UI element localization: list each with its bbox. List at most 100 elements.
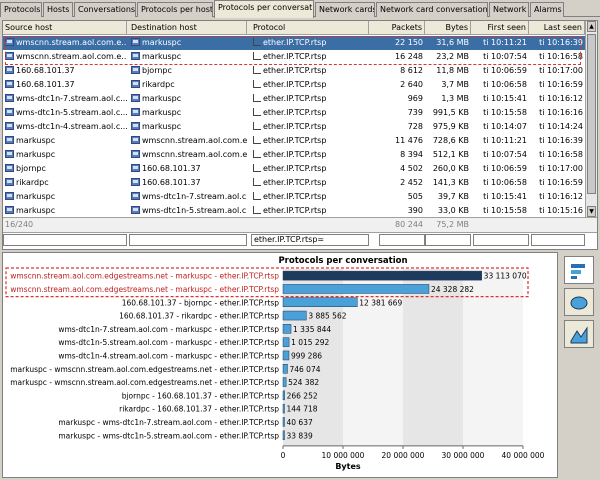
cell-text: 991,5 KB bbox=[432, 108, 469, 117]
cell-first: ti 10:11:21 bbox=[473, 134, 529, 148]
cell-text: wmscnn.stream.aol.com.e... bbox=[16, 52, 127, 61]
cell-last: ti 10:16:59 bbox=[531, 78, 585, 92]
tab-network[interactable]: Network bbox=[489, 2, 529, 17]
table-row[interactable]: wmscnn.stream.aol.com.e... markuspc ether.… bbox=[3, 50, 597, 64]
tab-protocols-per-host[interactable]: Protocols per host bbox=[137, 2, 213, 17]
cell-text: 975,9 KB bbox=[432, 122, 469, 131]
column-header-dest[interactable]: Destination host bbox=[129, 21, 247, 35]
table-row[interactable]: wms-dtc1n-7.stream.aol.c... markuspc ether… bbox=[3, 92, 597, 106]
x-tick-label: 0 bbox=[281, 451, 286, 460]
tab-network-card-conversations[interactable]: Network card conversations bbox=[376, 2, 488, 17]
cell-bytes: 3,7 MB bbox=[425, 78, 471, 92]
tab-protocols-per-conversation[interactable]: Protocols per conversation bbox=[214, 0, 314, 18]
table-row[interactable]: bjornpc 160.68.101.37 ether.IP.TCP.rtsp 4 5… bbox=[3, 162, 597, 176]
protocol-icon bbox=[253, 38, 261, 46]
cell-text: 39,7 KB bbox=[437, 192, 469, 201]
protocol-icon bbox=[253, 150, 261, 158]
cell-bytes: 1,3 MB bbox=[425, 92, 471, 106]
grid-band bbox=[403, 269, 463, 446]
cell-source: 160.68.101.37 bbox=[3, 64, 127, 78]
cell-first: ti 10:11:21 bbox=[473, 36, 529, 50]
filter-bytes-input[interactable] bbox=[425, 234, 471, 246]
column-header-last-seen[interactable]: Last seen bbox=[531, 21, 585, 35]
tab-alarms[interactable]: Alarms bbox=[530, 2, 564, 17]
bar-value-label: 144 718 bbox=[287, 405, 318, 414]
column-header-protocol[interactable]: Protocol bbox=[251, 21, 369, 35]
cell-first: ti 10:06:59 bbox=[473, 162, 529, 176]
cell-bytes: 11,8 MB bbox=[425, 64, 471, 78]
table-row[interactable]: 160.68.101.37 rikardpc ether.IP.TCP.rtsp 2 … bbox=[3, 78, 597, 92]
tab-hosts[interactable]: Hosts bbox=[43, 2, 73, 17]
cell-text: 4 502 bbox=[400, 164, 423, 173]
cell-text: 22 150 bbox=[395, 38, 423, 47]
scroll-down-icon[interactable]: ▼ bbox=[587, 206, 596, 217]
column-header-source[interactable]: Source host bbox=[3, 21, 127, 35]
cell-protocol: ether.IP.TCP.rtsp bbox=[251, 106, 369, 120]
column-header-packets[interactable]: Packets bbox=[379, 21, 425, 35]
tab-protocols[interactable]: Protocols bbox=[0, 2, 42, 17]
filter-packets-input[interactable] bbox=[379, 234, 425, 246]
cell-bytes: 728,6 KB bbox=[425, 134, 471, 148]
cell-text: ti 10:17:00 bbox=[539, 164, 583, 173]
cell-last: ti 10:17:00 bbox=[531, 162, 585, 176]
table-row[interactable]: markuspc wmscnn.stream.aol.com.e... ether.… bbox=[3, 134, 597, 148]
cell-text: wms-dtc1n-4.stream.aol.c... bbox=[16, 122, 127, 131]
cell-source: markuspc bbox=[3, 204, 127, 218]
cell-text: ti 10:15:58 bbox=[483, 206, 527, 215]
scroll-thumb[interactable] bbox=[587, 34, 596, 194]
cell-protocol: ether.IP.TCP.rtsp bbox=[251, 162, 369, 176]
table-row[interactable]: 160.68.101.37 bjornpc ether.IP.TCP.rtsp 8 6… bbox=[3, 64, 597, 78]
column-header-first-seen[interactable]: First seen bbox=[473, 21, 529, 35]
table-row[interactable]: rikardpc 160.68.101.37 ether.IP.TCP.rtsp 2 … bbox=[3, 176, 597, 190]
cell-text: ether.IP.TCP.rtsp bbox=[263, 94, 327, 103]
cell-bytes: 39,7 KB bbox=[425, 190, 471, 204]
bar bbox=[282, 350, 290, 361]
filter-dest-input[interactable] bbox=[129, 234, 247, 246]
computer-icon bbox=[5, 178, 14, 186]
scroll-up-icon[interactable]: ▲ bbox=[587, 21, 596, 32]
computer-icon bbox=[5, 192, 14, 200]
table-row[interactable]: markuspc wmscnn.stream.aol.com.e... ether.… bbox=[3, 148, 597, 162]
computer-icon bbox=[5, 38, 14, 46]
cell-text: ti 10:16:16 bbox=[539, 108, 583, 117]
totals-count: 16/240 bbox=[5, 220, 34, 229]
bar-value-label: 1 015 292 bbox=[291, 338, 329, 347]
cell-first: ti 10:14:07 bbox=[473, 120, 529, 134]
filter-first-input[interactable] bbox=[473, 234, 529, 246]
tab-conversations[interactable]: Conversations bbox=[74, 2, 136, 17]
filter-source-input[interactable] bbox=[3, 234, 127, 246]
cell-dest: wmscnn.stream.aol.com.e... bbox=[129, 148, 247, 162]
filter-protocol-input[interactable]: ether.IP.TCP.rtsp= bbox=[251, 234, 369, 246]
bar bbox=[282, 390, 285, 401]
cell-last: ti 10:16:58 bbox=[531, 148, 585, 162]
table-row[interactable]: markuspc wms-dtc1n-5.stream.aol.c... ether… bbox=[3, 204, 597, 218]
computer-icon bbox=[131, 178, 140, 186]
pie-chart-button[interactable] bbox=[564, 288, 594, 316]
cell-last: ti 10:16:16 bbox=[531, 106, 585, 120]
table-row[interactable]: markuspc wms-dtc1n-7.stream.aol.c... ether… bbox=[3, 190, 597, 204]
table-scrollbar[interactable]: ▲ ▼ bbox=[585, 21, 597, 217]
cell-protocol: ether.IP.TCP.rtsp bbox=[251, 36, 369, 50]
cell-packets: 8 612 bbox=[379, 64, 425, 78]
bar-chart-icon bbox=[571, 264, 585, 279]
cell-dest: markuspc bbox=[129, 36, 247, 50]
cell-text: ether.IP.TCP.rtsp bbox=[263, 192, 327, 201]
cell-last: ti 10:16:39 bbox=[531, 36, 585, 50]
bar bbox=[282, 364, 288, 374]
table-row[interactable]: wmscnn.stream.aol.com.e... markuspc ether.… bbox=[3, 36, 597, 50]
cell-text: ether.IP.TCP.rtsp bbox=[263, 52, 327, 61]
bar-chart-button[interactable] bbox=[564, 256, 594, 284]
column-header-bytes[interactable]: Bytes bbox=[425, 21, 471, 35]
chart-type-sidebar bbox=[560, 252, 598, 478]
filter-last-input[interactable] bbox=[531, 234, 585, 246]
table-row[interactable]: wms-dtc1n-5.stream.aol.c... markuspc ether… bbox=[3, 106, 597, 120]
tab-network-cards[interactable]: Network cards bbox=[315, 2, 375, 17]
cell-text: wms-dtc1n-7.stream.aol.c... bbox=[142, 192, 247, 201]
cell-protocol: ether.IP.TCP.rtsp bbox=[251, 78, 369, 92]
cell-first: ti 10:15:41 bbox=[473, 92, 529, 106]
cell-text: 141,3 KB bbox=[432, 178, 469, 187]
cell-packets: 739 bbox=[379, 106, 425, 120]
line-chart-button[interactable] bbox=[564, 320, 594, 348]
table-row[interactable]: wms-dtc1n-4.stream.aol.c... markuspc ether… bbox=[3, 120, 597, 134]
bar-value-label: 266 252 bbox=[287, 391, 318, 400]
